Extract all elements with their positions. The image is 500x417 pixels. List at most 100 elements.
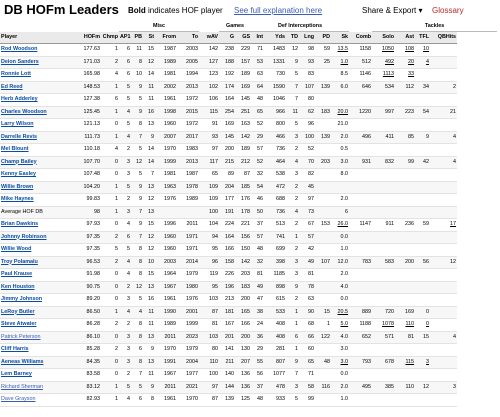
column-header-qbhits[interactable]: QBHits: [430, 31, 458, 44]
player-name[interactable]: Herb Adderley: [0, 93, 74, 107]
player-link[interactable]: Mel Blount: [1, 146, 29, 152]
glossary-link[interactable]: Glossary: [432, 6, 464, 15]
cell-solo[interactable]: 492: [372, 56, 396, 69]
column-header-sk[interactable]: Sk: [331, 31, 350, 44]
player-link[interactable]: Aeneas Williams: [1, 359, 44, 365]
cell-solo[interactable]: 1078: [372, 318, 396, 332]
player-name[interactable]: Charles Woodson: [0, 106, 74, 119]
column-header-from[interactable]: From: [155, 31, 178, 44]
player-link[interactable]: Larry Wilson: [1, 121, 34, 127]
player-link[interactable]: Brian Dawkins: [1, 221, 38, 227]
cell-sk[interactable]: 26.0: [331, 218, 350, 232]
player-link[interactable]: Rod Woodson: [1, 46, 37, 52]
player-name[interactable]: Patrick Peterson: [0, 331, 74, 344]
cell-ast[interactable]: 33: [395, 68, 416, 82]
player-name[interactable]: Willie Brown: [0, 181, 74, 194]
player-link[interactable]: Lem Barney: [1, 371, 32, 377]
column-header-tfl[interactable]: TFL: [415, 31, 431, 44]
column-header-hofm[interactable]: HOFm: [74, 31, 101, 44]
player-link[interactable]: Cliff Harris: [1, 346, 29, 352]
player-name[interactable]: Mike Haynes: [0, 193, 74, 207]
column-header-lng[interactable]: Lng: [299, 31, 316, 44]
cell-ast[interactable]: 110: [395, 318, 416, 332]
cell-sk[interactable]: 20.0: [331, 106, 350, 119]
player-link[interactable]: Johnny Robinson: [1, 234, 47, 240]
player-link[interactable]: Patrick Peterson: [1, 334, 41, 340]
player-name[interactable]: Mel Blount: [0, 143, 74, 157]
player-link[interactable]: Dave Grayson: [1, 396, 35, 402]
player-link[interactable]: Champ Bailey: [1, 159, 37, 165]
column-header-pb[interactable]: PB: [131, 31, 144, 44]
player-name[interactable]: Champ Bailey: [0, 156, 74, 169]
player-link[interactable]: Ed Reed: [1, 84, 23, 90]
player-name[interactable]: Aeneas Williams: [0, 356, 74, 369]
player-link[interactable]: Charles Woodson: [1, 109, 47, 115]
cell-sk[interactable]: 1.0: [331, 56, 350, 69]
player-name[interactable]: Ed Reed: [0, 81, 74, 94]
cell-sk[interactable]: 3.0: [331, 356, 350, 369]
cell-qbhits[interactable]: [430, 318, 458, 332]
cell-tfl[interactable]: [415, 68, 431, 82]
player-name[interactable]: Ronnie Lott: [0, 68, 74, 82]
column-header-to[interactable]: To: [177, 31, 200, 44]
cell-sk[interactable]: 20.5: [331, 306, 350, 319]
cell-qbhits[interactable]: 17: [430, 218, 458, 232]
column-header-gs[interactable]: GS: [235, 31, 252, 44]
player-name[interactable]: Willie Wood: [0, 243, 74, 257]
cell-sk[interactable]: 5.0: [331, 318, 350, 332]
column-header-player[interactable]: Player: [0, 31, 74, 44]
player-link[interactable]: Jimmy Johnson: [1, 296, 42, 302]
player-link[interactable]: Steve Atwater: [1, 321, 36, 327]
player-name[interactable]: Cliff Harris: [0, 343, 74, 357]
player-name[interactable]: Richard Sherman: [0, 381, 74, 394]
player-link[interactable]: Troy Polamalu: [1, 259, 38, 265]
player-name[interactable]: Lem Barney: [0, 368, 74, 382]
cell-ast[interactable]: 108: [395, 43, 416, 57]
cell-tfl[interactable]: 10: [415, 43, 431, 57]
cell-tfl[interactable]: 3: [415, 356, 431, 369]
player-name[interactable]: Johnny Robinson: [0, 231, 74, 244]
cell-tfl[interactable]: 4: [415, 56, 431, 69]
player-name[interactable]: Troy Polamalu: [0, 256, 74, 269]
player-link[interactable]: Willie Wood: [1, 246, 31, 252]
column-header-g[interactable]: G: [219, 31, 236, 44]
cell-sk[interactable]: 13.5: [331, 43, 350, 57]
player-name[interactable]: Darrelle Revis: [0, 131, 74, 144]
player-link[interactable]: LeRoy Butler: [1, 309, 35, 315]
player-link[interactable]: Deion Sanders: [1, 59, 39, 65]
explanation-link[interactable]: See full explanation here: [234, 6, 322, 15]
column-header-ap1[interactable]: AP1: [119, 31, 132, 44]
player-name[interactable]: Brian Dawkins: [0, 218, 74, 232]
player-name[interactable]: Jimmy Johnson: [0, 293, 74, 307]
column-header-int[interactable]: Int: [251, 31, 265, 44]
column-header-solo[interactable]: Solo: [372, 31, 396, 44]
column-header-td[interactable]: TD: [286, 31, 300, 44]
player-name[interactable]: Rod Woodson: [0, 43, 74, 57]
player-link[interactable]: Ronnie Lott: [1, 71, 31, 77]
cell-ast[interactable]: 20: [395, 56, 416, 69]
player-name[interactable]: Paul Krause: [0, 268, 74, 282]
cell-solo[interactable]: 1113: [372, 68, 396, 82]
cell-qbhits[interactable]: [430, 306, 458, 319]
player-link[interactable]: Willie Brown: [1, 184, 33, 190]
cell-tfl[interactable]: 0: [415, 318, 431, 332]
player-name[interactable]: Ken Houston: [0, 281, 74, 294]
column-header-pd[interactable]: PD: [315, 31, 332, 44]
column-header-wav[interactable]: wAV: [199, 31, 220, 44]
player-name[interactable]: LeRoy Butler: [0, 306, 74, 319]
share-export-menu[interactable]: Share & Export ▾: [362, 6, 423, 15]
column-header-yds[interactable]: Yds: [264, 31, 287, 44]
player-link[interactable]: Paul Krause: [1, 271, 32, 277]
player-name[interactable]: Deion Sanders: [0, 56, 74, 69]
player-link[interactable]: Darrelle Revis: [1, 134, 37, 140]
column-header-comb[interactable]: Comb: [349, 31, 373, 44]
column-header-chmp[interactable]: Chmp: [101, 31, 120, 44]
player-link[interactable]: Kenny Easley: [1, 171, 36, 177]
player-name[interactable]: Kenny Easley: [0, 168, 74, 182]
cell-solo[interactable]: 1050: [372, 43, 396, 57]
player-name[interactable]: Larry Wilson: [0, 118, 74, 132]
column-header-ast[interactable]: Ast: [395, 31, 416, 44]
player-link[interactable]: Herb Adderley: [1, 96, 38, 102]
cell-ast[interactable]: 115: [395, 356, 416, 369]
column-header-st[interactable]: St: [143, 31, 156, 44]
